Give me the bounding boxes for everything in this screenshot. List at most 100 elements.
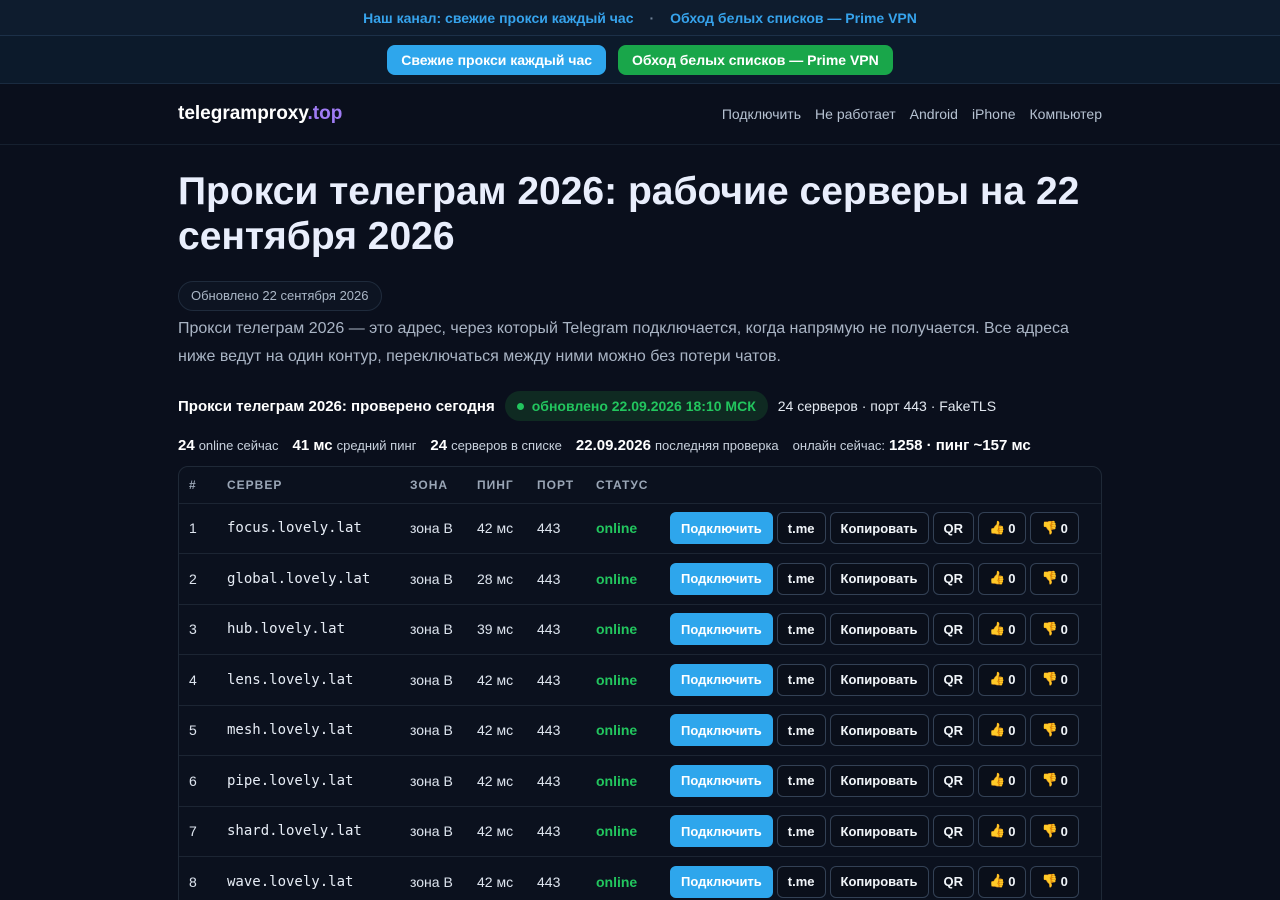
stat-servers-label: серверов в списке — [451, 438, 562, 453]
tme-button[interactable]: t.me — [776, 663, 826, 696]
qr-button[interactable]: QR — [932, 512, 975, 545]
copy-button[interactable]: Копировать — [829, 764, 929, 797]
copy-button[interactable]: Копировать — [829, 512, 929, 545]
connect-button[interactable]: Подключить — [670, 562, 773, 595]
like-button[interactable]: 👍 0 — [978, 815, 1027, 848]
connect-button[interactable]: Подключить — [670, 865, 773, 898]
table-row: 3 hub.lovely.lat зона B 39 мс 443 online Подкл… — [179, 604, 1101, 655]
like-button[interactable]: 👍 0 — [978, 512, 1027, 545]
server-ping: 39 мс — [467, 604, 527, 655]
dislike-button[interactable]: 👎 0 — [1030, 512, 1079, 545]
tme-button[interactable]: t.me — [776, 512, 826, 545]
thumbs-down-icon: 👎 — [1041, 621, 1058, 637]
table-row: 1 focus.lovely.lat зона B 42 мс 443 online Под… — [179, 503, 1101, 554]
table-row: 4 lens.lovely.lat зона B 42 мс 443 online Подк… — [179, 654, 1101, 706]
col-port: ПОРТ — [527, 467, 586, 504]
col-zone: ЗОНА — [400, 467, 467, 504]
dislike-button[interactable]: 👎 0 — [1030, 562, 1079, 595]
like-button[interactable]: 👍 0 — [978, 562, 1027, 595]
stat-online-value: 24 — [178, 437, 195, 454]
stats-row: 24 online сейчас 41 мс средний пинг 24 серв… — [178, 437, 1102, 454]
qr-button[interactable]: QR — [932, 613, 975, 646]
copy-button[interactable]: Копировать — [829, 663, 929, 696]
connect-button[interactable]: Подключить — [670, 512, 773, 545]
status-title: Прокси телеграм 2026: проверено сегодня — [178, 397, 495, 415]
dislike-button[interactable]: 👎 0 — [1030, 764, 1079, 797]
row-actions: Подключить t.me Копировать QR 👍 0 👎 0 — [670, 613, 1091, 646]
row-number: 6 — [179, 755, 217, 807]
copy-button[interactable]: Копировать — [829, 562, 929, 595]
nav-iphone[interactable]: iPhone — [972, 106, 1016, 122]
dislike-button[interactable]: 👎 0 — [1030, 613, 1079, 646]
server-host: shard.lovely.lat — [217, 806, 400, 857]
qr-button[interactable]: QR — [932, 562, 975, 595]
thumbs-down-icon: 👎 — [1041, 672, 1058, 688]
server-zone: зона B — [400, 654, 467, 706]
nav-android[interactable]: Android — [910, 106, 958, 122]
thumbs-down-icon: 👎 — [1041, 722, 1058, 738]
prime-vpn-button[interactable]: Обход белых списков — Prime VPN — [618, 44, 893, 75]
site-logo[interactable]: telegramproxy.top — [178, 103, 342, 125]
prime-vpn-link[interactable]: Обход белых списков — Prime VPN — [670, 10, 917, 26]
connect-button[interactable]: Подключить — [670, 764, 773, 797]
copy-button[interactable]: Копировать — [829, 613, 929, 646]
tme-button[interactable]: t.me — [776, 613, 826, 646]
server-zone: зона B — [400, 705, 467, 756]
like-button[interactable]: 👍 0 — [978, 764, 1027, 797]
like-count: 0 — [1008, 520, 1016, 536]
like-button[interactable]: 👍 0 — [978, 663, 1027, 696]
like-button[interactable]: 👍 0 — [978, 613, 1027, 646]
server-port: 443 — [527, 503, 586, 554]
connect-button[interactable]: Подключить — [670, 714, 773, 747]
connect-button[interactable]: Подключить — [670, 613, 773, 646]
connect-button[interactable]: Подключить — [670, 663, 773, 696]
server-zone: зона B — [400, 856, 467, 900]
like-button[interactable]: 👍 0 — [978, 714, 1027, 747]
col-ping: ПИНГ — [467, 467, 527, 504]
like-button[interactable]: 👍 0 — [978, 865, 1027, 898]
dislike-count: 0 — [1060, 773, 1068, 789]
fresh-proxies-button[interactable]: Свежие прокси каждый час — [387, 44, 607, 75]
row-number: 7 — [179, 806, 217, 857]
copy-button[interactable]: Копировать — [829, 865, 929, 898]
row-number: 2 — [179, 553, 217, 605]
row-actions: Подключить t.me Копировать QR 👍 0 👎 0 — [670, 764, 1091, 797]
qr-button[interactable]: QR — [932, 865, 975, 898]
nav-computer[interactable]: Компьютер — [1030, 106, 1102, 122]
nav-not-working[interactable]: Не работает — [815, 106, 896, 122]
row-number: 4 — [179, 654, 217, 706]
dislike-button[interactable]: 👎 0 — [1030, 663, 1079, 696]
qr-button[interactable]: QR — [932, 815, 975, 848]
tme-button[interactable]: t.me — [776, 714, 826, 747]
tme-button[interactable]: t.me — [776, 764, 826, 797]
tme-button[interactable]: t.me — [776, 562, 826, 595]
stat-ping: 41 мс средний пинг — [293, 437, 417, 454]
server-status: online — [586, 553, 660, 605]
qr-button[interactable]: QR — [932, 764, 975, 797]
server-zone: зона B — [400, 503, 467, 554]
tme-button[interactable]: t.me — [776, 815, 826, 848]
copy-button[interactable]: Копировать — [829, 815, 929, 848]
site-header: telegramproxy.top Подключить Не работает… — [0, 84, 1280, 145]
server-status: online — [586, 856, 660, 900]
servers-table-container: # СЕРВЕР ЗОНА ПИНГ ПОРТ СТАТУС 1 focus.lo… — [178, 466, 1102, 900]
nav-connect[interactable]: Подключить — [722, 106, 801, 122]
row-number: 5 — [179, 705, 217, 756]
stat-last-check-label: последняя проверка — [654, 438, 779, 453]
dislike-button[interactable]: 👎 0 — [1030, 714, 1079, 747]
tme-button[interactable]: t.me — [776, 865, 826, 898]
server-port: 443 — [527, 654, 586, 706]
copy-button[interactable]: Копировать — [829, 714, 929, 747]
separator-dot: · — [649, 9, 655, 26]
server-status: online — [586, 503, 660, 554]
dislike-button[interactable]: 👎 0 — [1030, 815, 1079, 848]
dislike-button[interactable]: 👎 0 — [1030, 865, 1079, 898]
row-number: 8 — [179, 856, 217, 900]
like-count: 0 — [1008, 722, 1016, 738]
status-row: Прокси телеграм 2026: проверено сегодня … — [178, 391, 1102, 421]
like-count: 0 — [1008, 874, 1016, 890]
connect-button[interactable]: Подключить — [670, 815, 773, 848]
qr-button[interactable]: QR — [932, 663, 975, 696]
qr-button[interactable]: QR — [932, 714, 975, 747]
channel-link[interactable]: Наш канал: свежие прокси каждый час — [363, 10, 633, 26]
